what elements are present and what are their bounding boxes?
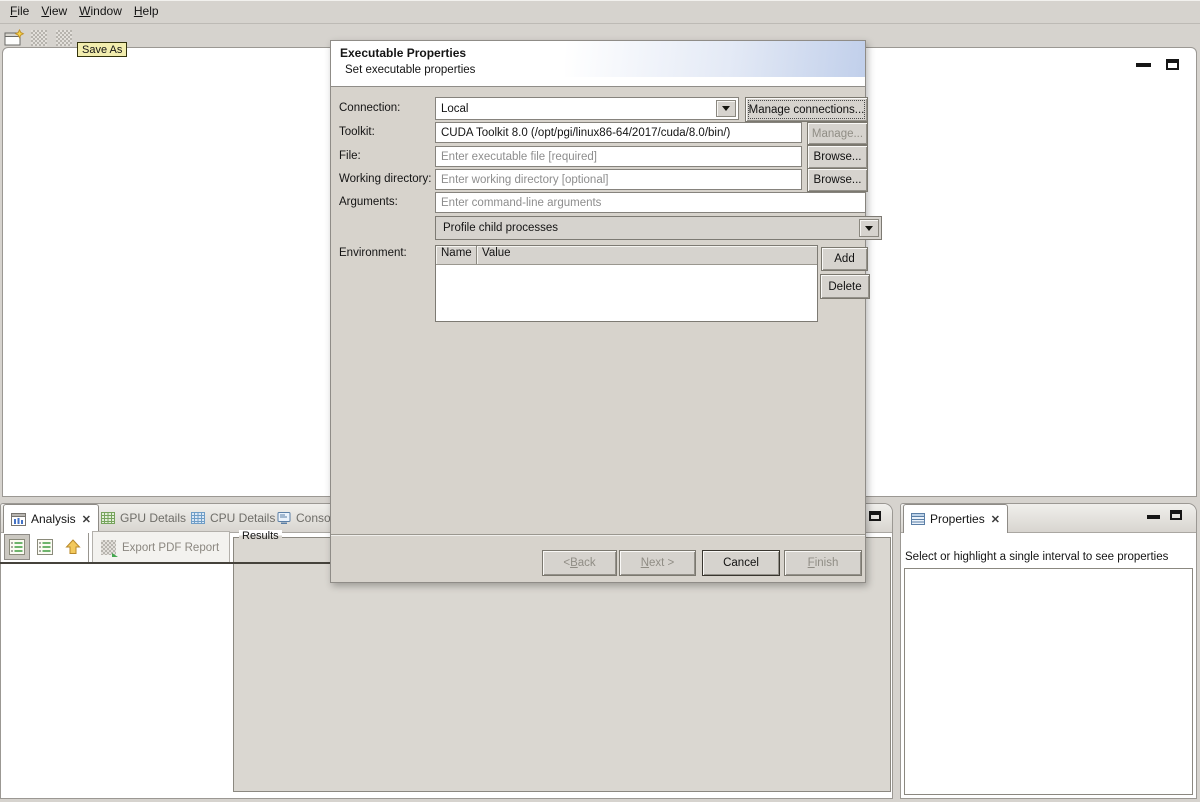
file-input[interactable] — [435, 146, 802, 167]
profile-mode-combo[interactable]: Profile child processes — [435, 216, 882, 240]
toolkit-input[interactable] — [435, 122, 802, 143]
properties-maximize-icon[interactable] — [1170, 510, 1182, 520]
arguments-label: Arguments: — [339, 196, 398, 208]
analysis-guided-view-button[interactable] — [32, 534, 58, 560]
properties-icon — [911, 513, 925, 525]
cancel-button[interactable]: Cancel — [702, 550, 780, 576]
editor-minimize-icon[interactable] — [1136, 63, 1151, 67]
tab-cpu-details[interactable]: CPU Details — [184, 504, 282, 532]
toolkit-label: Toolkit: — [339, 126, 375, 138]
tab-cpu-details-label: CPU Details — [210, 511, 275, 525]
analysis-icon — [11, 513, 26, 526]
tab-close-icon[interactable]: ✕ — [82, 513, 91, 526]
env-col-value[interactable]: Value — [477, 246, 817, 264]
finish-button: Finish — [784, 550, 862, 576]
file-label: File: — [339, 150, 361, 162]
properties-message: Select or highlight a single interval to… — [905, 551, 1168, 563]
tab-close-icon[interactable]: ✕ — [991, 513, 1000, 526]
properties-minimize-icon[interactable] — [1147, 515, 1160, 519]
tab-properties[interactable]: Properties ✕ — [903, 504, 1008, 533]
dialog-subtitle: Set executable properties — [345, 64, 475, 76]
manage-connections-button[interactable]: Manage connections... — [745, 97, 868, 122]
environment-table[interactable]: Name Value — [435, 245, 818, 322]
export-pdf-icon — [101, 540, 116, 555]
save-as-tooltip: Save As — [77, 42, 127, 57]
connection-label: Connection: — [339, 102, 400, 114]
manage-toolkit-button: Manage... — [807, 122, 868, 145]
chevron-down-icon — [865, 226, 873, 231]
add-env-button[interactable]: Add — [821, 247, 868, 271]
environment-label: Environment: — [339, 247, 407, 259]
connection-value: Local — [441, 103, 469, 115]
dialog-banner: Executable Properties Set executable pro… — [331, 41, 865, 87]
cpu-details-icon — [191, 512, 205, 524]
tab-analysis-label: Analysis — [31, 512, 76, 526]
dialog-title: Executable Properties — [340, 46, 466, 60]
menu-file[interactable]: File — [4, 0, 35, 24]
analysis-list-view-button[interactable] — [4, 534, 30, 560]
console-icon — [277, 512, 291, 525]
menu-window[interactable]: Window — [73, 0, 128, 24]
analysis-up-button[interactable] — [60, 534, 86, 560]
browse-workdir-button[interactable]: Browse... — [807, 168, 868, 192]
profile-mode-value: Profile child processes — [443, 222, 558, 234]
editor-maximize-icon[interactable] — [1166, 59, 1179, 70]
browse-file-button[interactable]: Browse... — [807, 145, 868, 169]
export-pdf-label: Export PDF Report — [122, 542, 219, 554]
tab-gpu-details[interactable]: GPU Details — [94, 504, 193, 532]
working-directory-label: Working directory: — [339, 173, 431, 185]
save-icon — [31, 30, 47, 46]
delete-env-button[interactable]: Delete — [820, 274, 870, 299]
results-label: Results — [239, 530, 282, 542]
executable-properties-dialog: Executable Properties Set executable pro… — [330, 40, 866, 583]
new-session-button[interactable] — [4, 29, 25, 50]
dialog-separator — [331, 534, 865, 535]
back-button: < Back — [542, 550, 617, 576]
gpu-details-icon — [101, 512, 115, 524]
connection-dropdown-button[interactable] — [716, 100, 736, 117]
export-pdf-report-button[interactable]: Export PDF Report — [92, 531, 230, 564]
toolbar-separator — [88, 533, 90, 563]
list-view-icon — [9, 539, 25, 555]
env-col-name[interactable]: Name — [436, 246, 477, 264]
save-as-icon[interactable] — [56, 30, 72, 46]
menu-view[interactable]: View — [35, 0, 73, 24]
guided-view-icon — [37, 539, 53, 555]
next-button: Next > — [619, 550, 696, 576]
up-arrow-icon — [65, 539, 81, 555]
tab-analysis[interactable]: Analysis ✕ — [3, 504, 99, 533]
analysis-maximize-icon[interactable] — [869, 511, 881, 521]
tab-gpu-details-label: GPU Details — [120, 511, 186, 525]
menu-help[interactable]: Help — [128, 0, 165, 24]
new-session-icon — [4, 29, 25, 47]
arguments-input[interactable] — [435, 192, 866, 213]
profile-mode-dropdown-button[interactable] — [859, 219, 879, 237]
properties-content-box — [904, 568, 1193, 795]
environment-table-header: Name Value — [436, 246, 817, 265]
connection-combo[interactable]: Local — [435, 97, 739, 120]
menu-bar: File View Window Help — [0, 0, 1200, 24]
chevron-down-icon — [722, 106, 730, 111]
working-directory-input[interactable] — [435, 169, 802, 190]
tab-properties-label: Properties — [930, 512, 985, 526]
banner-gradient — [565, 41, 865, 77]
